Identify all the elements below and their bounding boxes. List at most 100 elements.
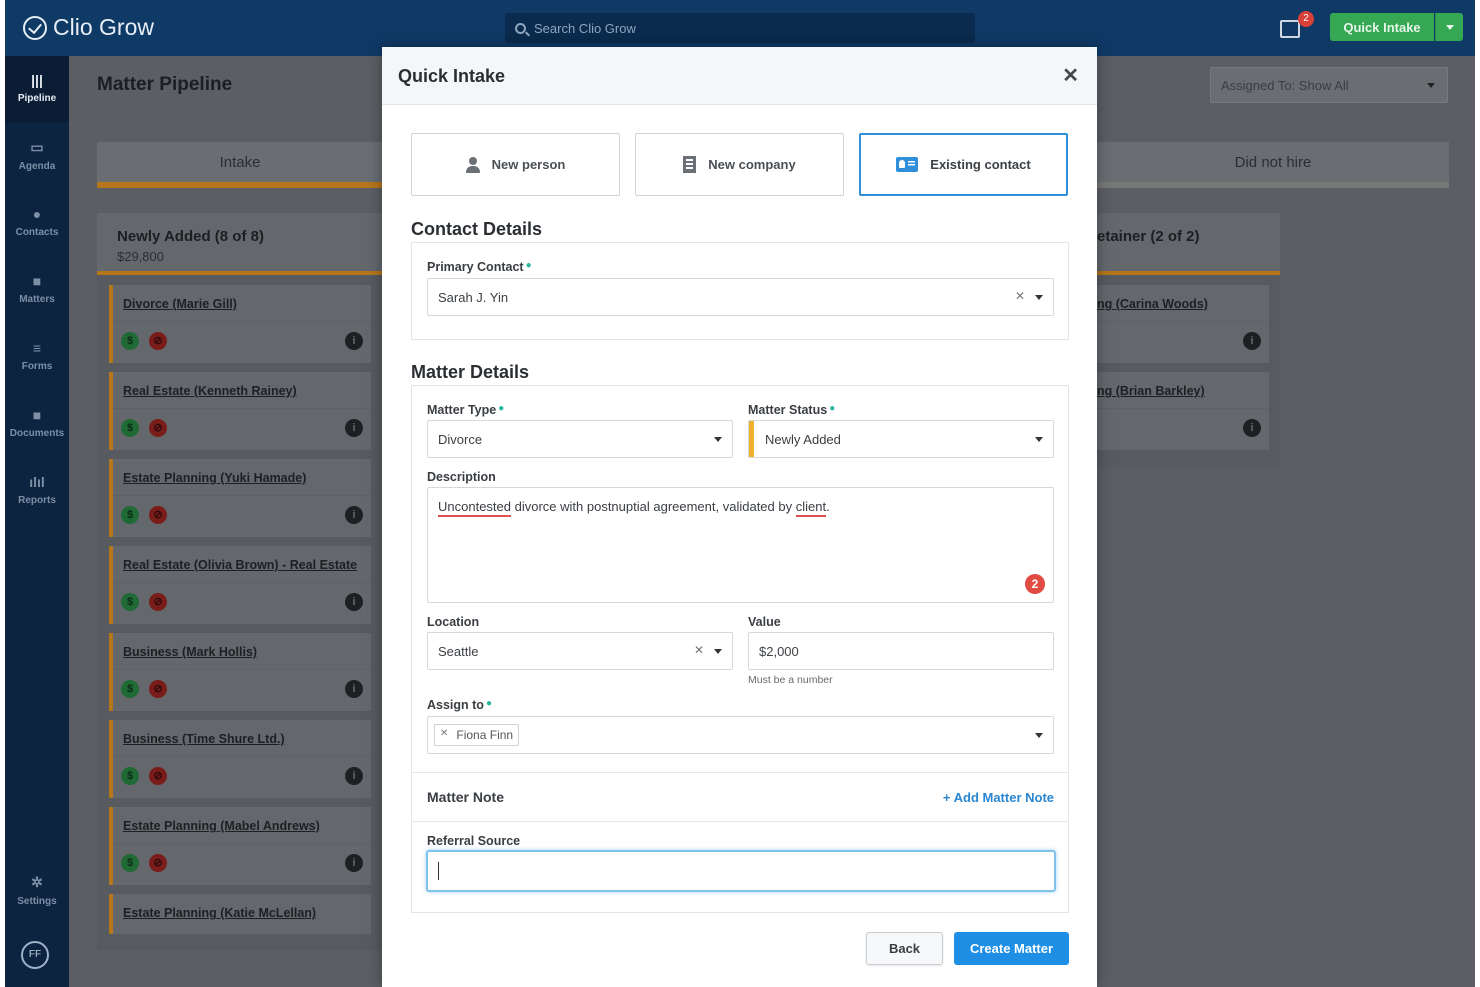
matter-card-title[interactable]: Real Estate (Kenneth Rainey)	[123, 384, 297, 398]
info-icon[interactable]: i	[1243, 332, 1261, 350]
matter-card[interactable]: Estate Planning (Yuki Hamade) $ ⊘ i	[109, 459, 371, 537]
clio-grow-logo[interactable]: Clio Grow	[23, 14, 154, 41]
description-label: Description	[427, 470, 496, 484]
dollar-icon[interactable]: $	[121, 854, 139, 872]
value-input[interactable]: $2,000	[748, 632, 1054, 670]
info-icon[interactable]: i	[345, 506, 363, 524]
quick-intake-dropdown-button[interactable]	[1435, 13, 1463, 41]
matter-card[interactable]: Real Estate (Olivia Brown) - Real Estate…	[109, 546, 371, 624]
contact-type-label: Existing contact	[930, 157, 1031, 172]
block-icon[interactable]: ⊘	[149, 419, 167, 437]
sidebar-item-contacts[interactable]: ● Contacts	[5, 190, 69, 256]
matter-card[interactable]: Business (Mark Hollis) $ ⊘ i	[109, 633, 371, 711]
matter-card-title[interactable]: ng (Carina Woods)	[1097, 297, 1208, 311]
matter-card[interactable]: ng (Carina Woods) i	[1097, 285, 1269, 363]
dollar-icon[interactable]: $	[121, 332, 139, 350]
matter-card-title[interactable]: ng (Brian Barkley)	[1097, 384, 1205, 398]
sidebar-item-label: Pipeline	[17, 93, 57, 104]
matter-type-select[interactable]: Divorce	[427, 420, 733, 458]
referral-source-label: Referral Source	[427, 834, 521, 848]
matter-card[interactable]: Business (Time Shure Ltd.) $ ⊘ i	[109, 720, 371, 798]
assigned-to-select[interactable]: Assigned To: Show All	[1210, 67, 1448, 103]
block-icon[interactable]: ⊘	[149, 506, 167, 524]
sidebar-item-reports[interactable]: ılıl Reports	[5, 458, 69, 524]
matter-card-title[interactable]: Estate Planning (Mabel Andrews)	[123, 819, 320, 833]
dollar-icon[interactable]: $	[121, 419, 139, 437]
avatar[interactable]: FF	[21, 941, 49, 969]
info-icon[interactable]: i	[345, 593, 363, 611]
building-icon	[683, 156, 697, 173]
matter-card-title[interactable]: Estate Planning (Yuki Hamade)	[123, 471, 306, 485]
sidebar-item-label: Documents	[9, 428, 65, 439]
info-icon[interactable]: i	[345, 332, 363, 350]
sidebar-item-settings[interactable]: ✲ Settings	[5, 858, 69, 924]
dollar-icon[interactable]: $	[121, 593, 139, 611]
matter-card-title[interactable]: Divorce (Marie Gill)	[123, 297, 237, 311]
location-select[interactable]: Seattle ✕	[427, 632, 733, 670]
info-icon[interactable]: i	[345, 854, 363, 872]
sidebar-item-forms[interactable]: ≡ Forms	[5, 324, 69, 390]
chevron-down-icon[interactable]	[1035, 733, 1043, 738]
sidebar-item-agenda[interactable]: ▭ Agenda	[5, 123, 69, 189]
dollar-icon[interactable]: $	[121, 767, 139, 785]
spellcheck-error-badge[interactable]: 2	[1025, 574, 1045, 594]
clear-icon[interactable]: ✕	[1015, 289, 1025, 303]
dollar-icon[interactable]: $	[121, 680, 139, 698]
quick-intake-button[interactable]: Quick Intake	[1330, 13, 1434, 41]
back-button[interactable]: Back	[866, 932, 943, 965]
close-icon[interactable]: ✕	[1062, 63, 1079, 88]
matter-status-label: Matter Status ●	[748, 403, 836, 417]
block-icon[interactable]: ⊘	[149, 854, 167, 872]
matter-card-title[interactable]: Estate Planning (Katie McLellan)	[123, 906, 316, 920]
matter-card-title[interactable]: Business (Mark Hollis)	[123, 645, 257, 659]
assign-to-select[interactable]: ✕ Fiona Finn	[427, 716, 1054, 754]
primary-contact-value: Sarah J. Yin	[438, 290, 509, 305]
block-icon[interactable]: ⊘	[149, 593, 167, 611]
chevron-down-icon[interactable]	[714, 649, 722, 654]
new-person-button[interactable]: New person	[411, 133, 620, 196]
inbox-icon[interactable]	[1280, 20, 1300, 38]
search-input[interactable]: Search Clio Grow	[505, 13, 975, 43]
chevron-down-icon[interactable]	[1035, 437, 1043, 442]
clear-icon[interactable]: ✕	[694, 643, 704, 657]
referral-source-input[interactable]	[426, 850, 1056, 892]
matter-card-title[interactable]: Business (Time Shure Ltd.)	[123, 732, 285, 746]
matter-status-select[interactable]: Newly Added	[748, 420, 1054, 458]
chevron-down-icon[interactable]	[714, 437, 722, 442]
description-textarea[interactable]: Uncontested divorce with postnuptial agr…	[427, 487, 1054, 603]
block-icon[interactable]: ⊘	[149, 332, 167, 350]
primary-contact-select[interactable]: Sarah J. Yin ✕	[427, 278, 1054, 316]
existing-contact-button[interactable]: Existing contact	[859, 133, 1068, 196]
card-divider	[1097, 408, 1269, 409]
info-icon[interactable]: i	[345, 680, 363, 698]
stage-tab-intake[interactable]: Intake	[97, 142, 383, 188]
chevron-down-icon[interactable]	[1035, 295, 1043, 300]
matter-card[interactable]: Divorce (Marie Gill) $ ⊘ i	[109, 285, 371, 363]
value-hint: Must be a number	[748, 674, 833, 686]
matter-card[interactable]: Estate Planning (Mabel Andrews) $ ⊘ i	[109, 807, 371, 885]
block-icon[interactable]: ⊘	[149, 680, 167, 698]
assignee-tag: ✕ Fiona Finn	[434, 724, 520, 746]
sidebar-item-pipeline[interactable]: ||| Pipeline	[5, 56, 69, 122]
logo-text: Clio	[53, 14, 93, 40]
block-icon[interactable]: ⊘	[149, 767, 167, 785]
info-icon[interactable]: i	[345, 419, 363, 437]
add-matter-note-link[interactable]: + Add Matter Note	[943, 790, 1054, 805]
stage-tab-did-not-hire[interactable]: Did not hire	[1097, 142, 1449, 188]
matter-type-label: Matter Type ●	[427, 403, 505, 417]
info-icon[interactable]: i	[345, 767, 363, 785]
matter-card[interactable]: Real Estate (Kenneth Rainey) $ ⊘ i	[109, 372, 371, 450]
create-matter-button[interactable]: Create Matter	[954, 932, 1069, 965]
sidebar-item-matters[interactable]: ■ Matters	[5, 257, 69, 323]
matter-card-title[interactable]: Real Estate (Olivia Brown) - Real Estate	[123, 558, 357, 572]
matter-type-value: Divorce	[438, 432, 483, 447]
dollar-icon[interactable]: $	[121, 506, 139, 524]
description-text: .	[826, 499, 830, 514]
matter-card[interactable]: Estate Planning (Katie McLellan)	[109, 894, 371, 934]
remove-tag-icon[interactable]: ✕	[440, 728, 448, 742]
matter-card[interactable]: ng (Brian Barkley) i	[1097, 372, 1269, 450]
sidebar-item-documents[interactable]: ■ Documents	[5, 391, 69, 457]
new-company-button[interactable]: New company	[635, 133, 844, 196]
card-divider	[1097, 321, 1269, 322]
info-icon[interactable]: i	[1243, 419, 1261, 437]
